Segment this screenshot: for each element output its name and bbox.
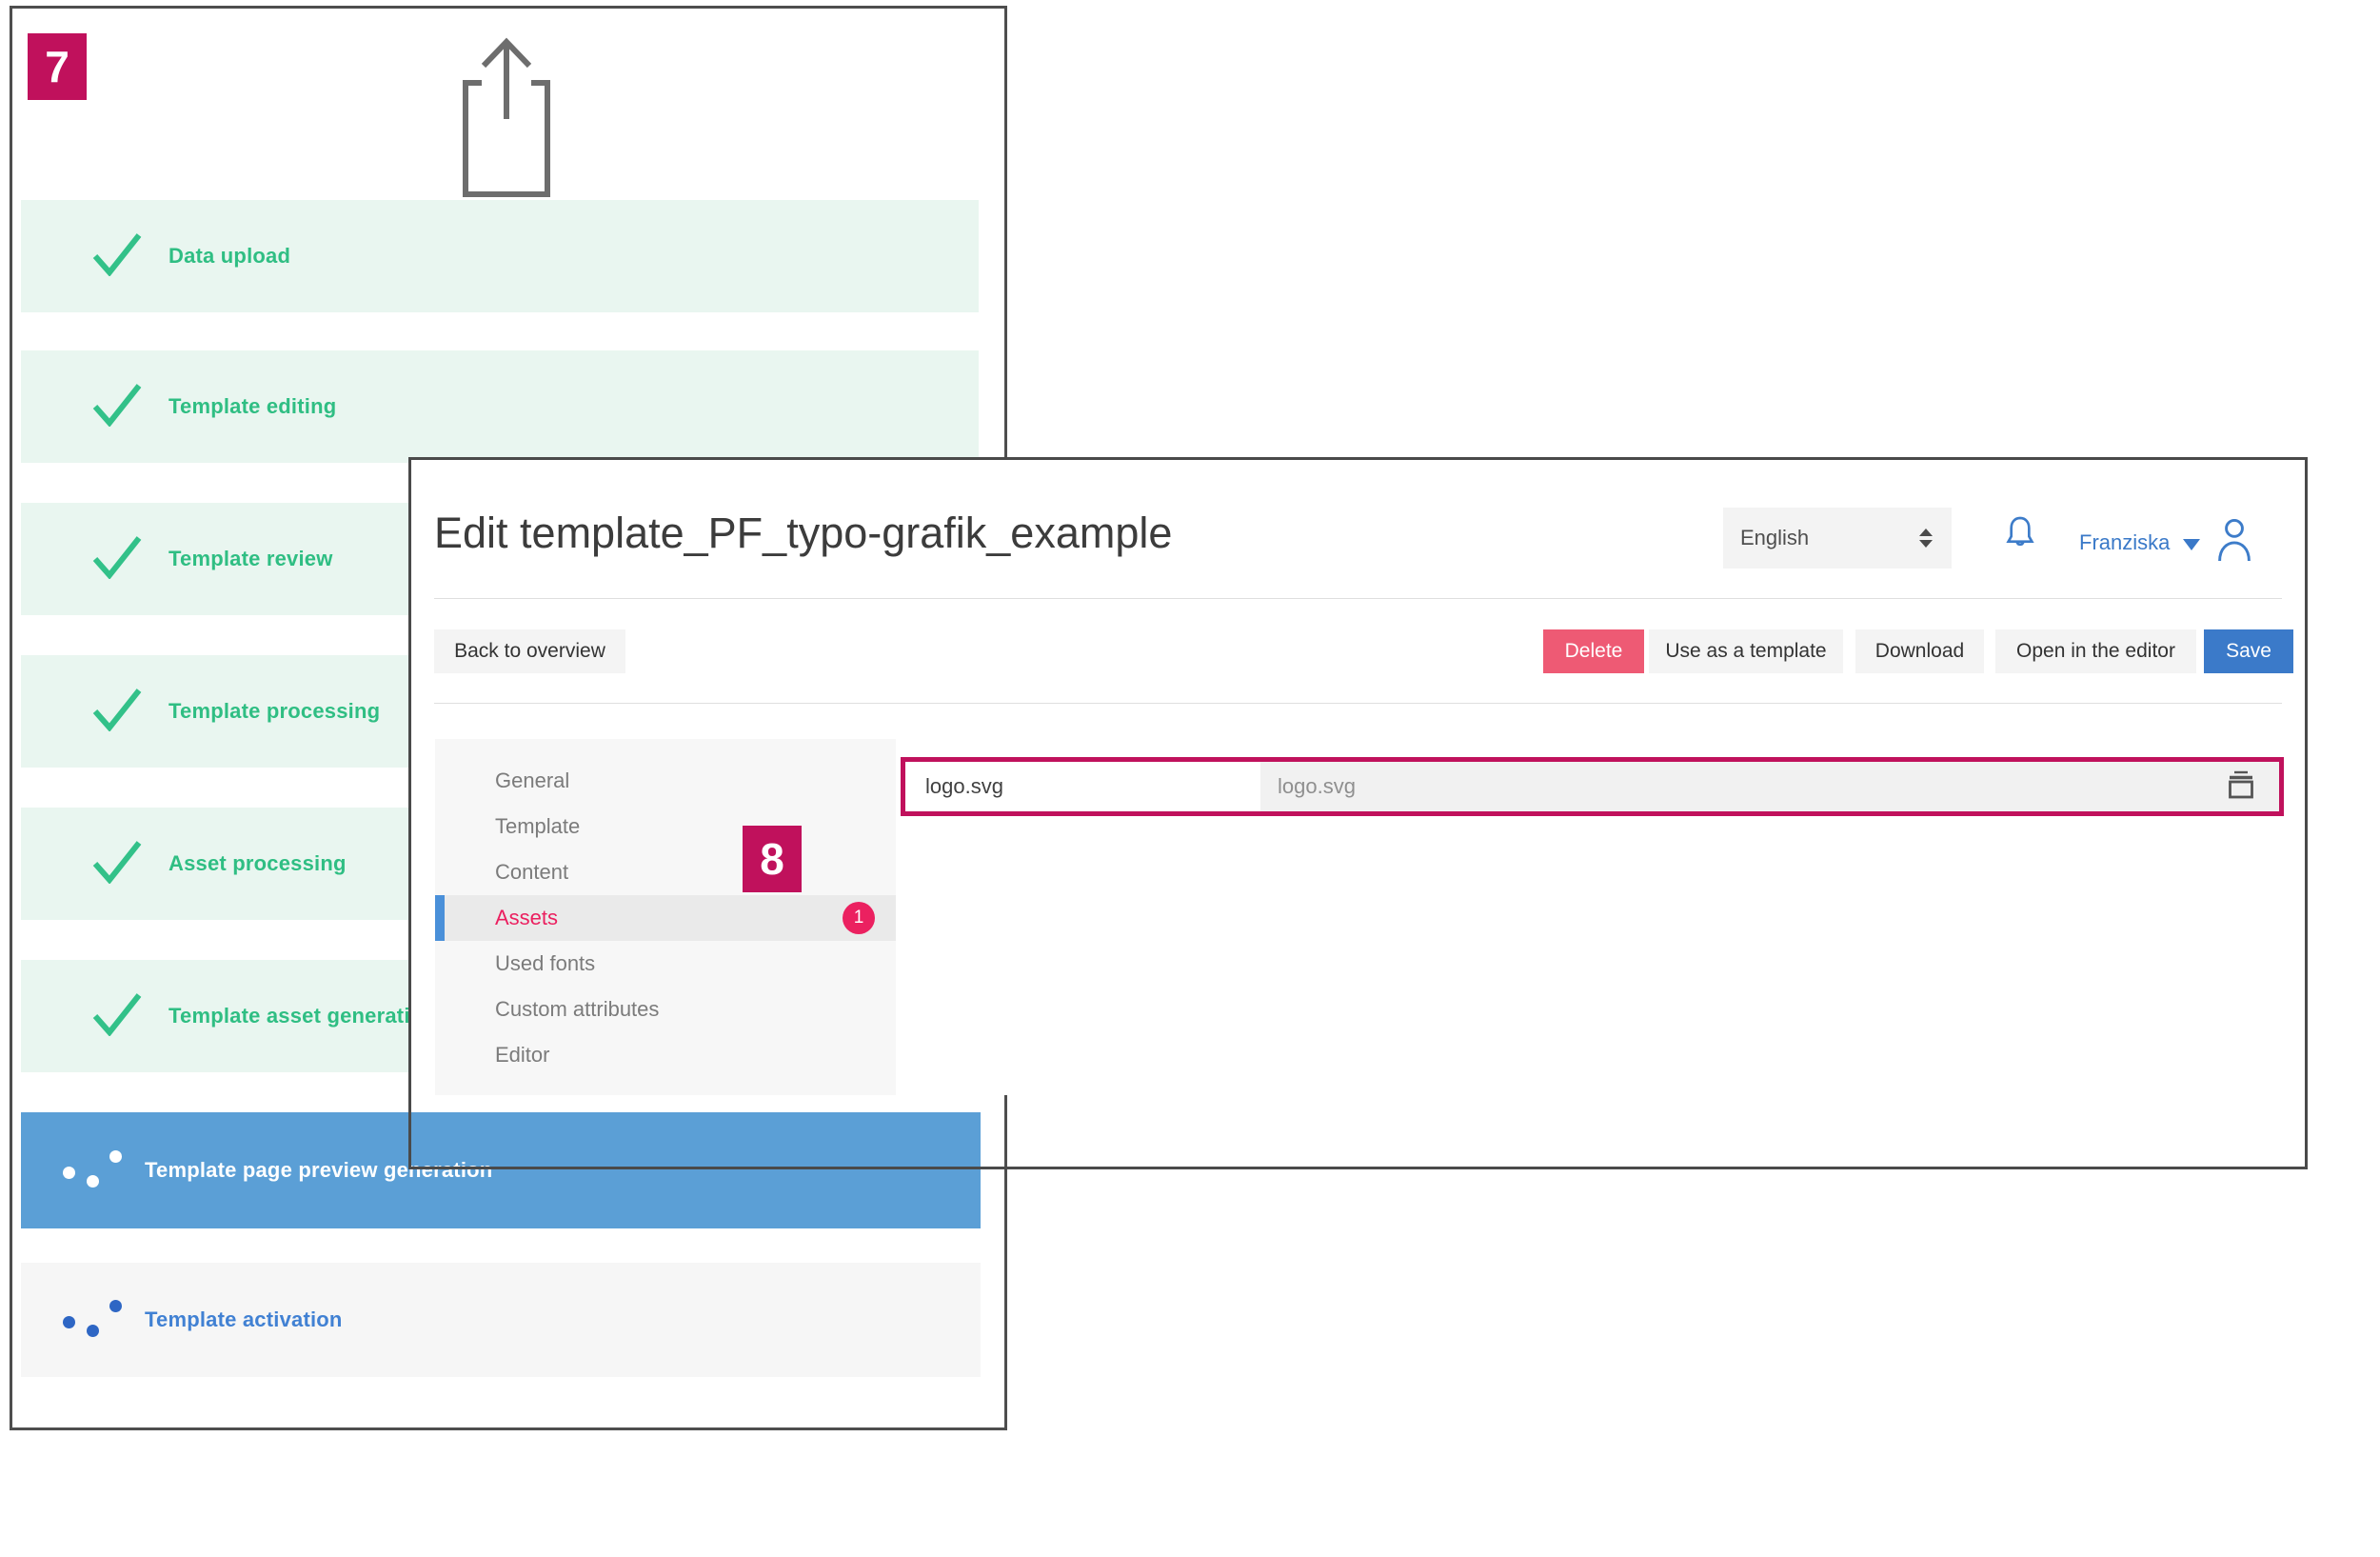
pipeline-step-label: Template review	[169, 547, 333, 571]
caret-down-icon	[2183, 539, 2200, 550]
nav-item-custom-attributes[interactable]: Custom attributes	[435, 987, 896, 1032]
toolbar-divider	[434, 703, 2282, 704]
check-icon	[92, 535, 142, 584]
notifications-bell-icon[interactable]	[2001, 512, 2039, 567]
asset-filename: logo.svg	[1260, 762, 2224, 811]
back-to-overview-button[interactable]: Back to overview	[434, 629, 625, 673]
nav-item-label: Content	[495, 860, 568, 885]
step-badge-7: 7	[28, 33, 87, 100]
pipeline-step-label: Template asset generation	[169, 1004, 436, 1028]
page-title: Edit template_PF_typo-grafik_example	[434, 509, 1172, 558]
screenshot-canvas: 7 Data upload Template editing Template …	[0, 0, 2380, 1557]
select-arrows-icon	[1919, 529, 1933, 548]
delete-button[interactable]: Delete	[1543, 629, 1644, 673]
loading-spinner	[63, 1290, 126, 1349]
nav-item-content[interactable]: Content	[435, 849, 896, 895]
save-button[interactable]: Save	[2204, 629, 2293, 673]
user-name: Franziska	[2079, 530, 2170, 555]
asset-action-button[interactable]	[2224, 762, 2279, 811]
nav-item-label: Editor	[495, 1043, 549, 1068]
user-icon	[2213, 514, 2255, 570]
back-button-label: Back to overview	[454, 640, 605, 663]
pipeline-step: Template editing	[21, 350, 979, 463]
use-as-template-button[interactable]: Use as a template	[1649, 629, 1843, 673]
nav-item-template[interactable]: Template	[435, 804, 896, 849]
loading-spinner	[63, 1141, 126, 1200]
use-as-template-label: Use as a template	[1665, 640, 1826, 663]
pipeline-step-label: Template editing	[169, 394, 336, 419]
download-button-label: Download	[1875, 640, 1964, 663]
settings-nav: General Template Content Assets 1 Used f…	[435, 739, 896, 1095]
language-select[interactable]: English	[1723, 508, 1952, 569]
pipeline-step: Data upload	[21, 200, 979, 312]
pipeline-step-label: Template page preview generation	[145, 1158, 492, 1183]
check-icon	[92, 688, 142, 736]
count-badge: 1	[843, 902, 875, 934]
pipeline-step-pending: Template activation	[21, 1263, 981, 1377]
language-select-value: English	[1740, 526, 1919, 550]
step-badge-8: 8	[743, 826, 802, 892]
nav-item-label: Custom attributes	[495, 997, 659, 1022]
archive-icon	[2224, 769, 2258, 805]
step-badge-8-number: 8	[760, 833, 784, 885]
step-badge-7-number: 7	[45, 41, 69, 92]
check-icon	[92, 840, 142, 888]
nav-item-label: General	[495, 769, 569, 793]
edit-template-window: Edit template_PF_typo-grafik_example Eng…	[408, 457, 2308, 1095]
nav-item-label: Template	[495, 814, 580, 839]
header-divider	[434, 598, 2282, 599]
nav-item-assets[interactable]: Assets 1	[435, 895, 896, 941]
pipeline-step-label: Data upload	[169, 244, 290, 269]
check-icon	[92, 992, 142, 1041]
nav-item-label: Used fonts	[495, 951, 595, 976]
save-button-label: Save	[2226, 640, 2271, 663]
pipeline-step-label: Template processing	[169, 699, 380, 724]
nav-item-label: Assets	[495, 906, 558, 930]
download-button[interactable]: Download	[1855, 629, 1984, 673]
open-in-editor-button[interactable]: Open in the editor	[1995, 629, 2196, 673]
check-icon	[92, 383, 142, 431]
user-menu[interactable]: Franziska	[2079, 514, 2255, 570]
nav-item-used-fonts[interactable]: Used fonts	[435, 941, 896, 987]
pipeline-step-label: Template activation	[145, 1307, 343, 1332]
nav-item-general[interactable]: General	[435, 758, 896, 804]
delete-button-label: Delete	[1565, 640, 1623, 663]
open-in-editor-label: Open in the editor	[2016, 640, 2175, 663]
pipeline-step-active: Template page preview generation	[21, 1112, 981, 1228]
asset-row: logo.svg	[901, 757, 2284, 816]
upload-icon	[463, 35, 550, 202]
asset-name-input[interactable]	[905, 762, 1260, 811]
pipeline-step-label: Asset processing	[169, 851, 347, 876]
check-icon	[92, 232, 142, 281]
nav-item-editor[interactable]: Editor	[435, 1032, 896, 1078]
